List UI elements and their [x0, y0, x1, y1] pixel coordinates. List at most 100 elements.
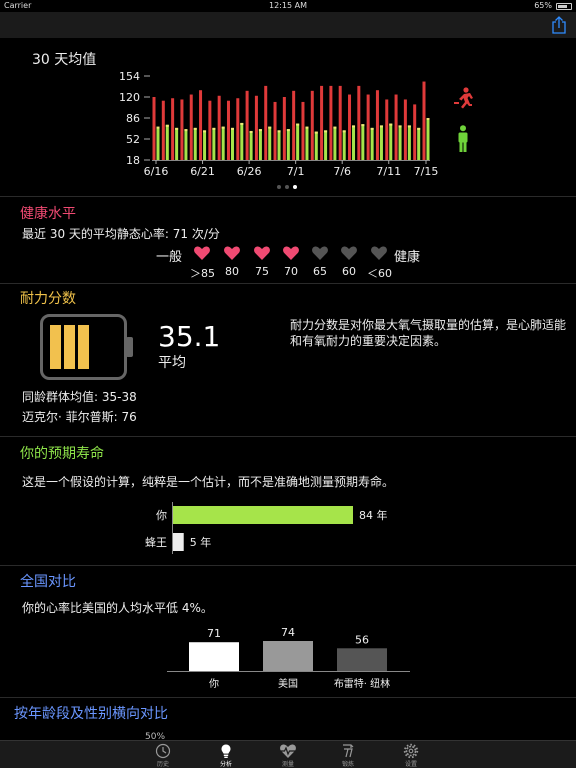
- heart-icon: [280, 744, 296, 758]
- bar-active: [180, 99, 184, 160]
- y-tick-label: 18: [126, 154, 140, 167]
- bar-active: [338, 85, 342, 160]
- heart-level-label: ＜60: [367, 267, 392, 280]
- heart-level-item: 80: [220, 245, 244, 278]
- bar-rest-cap: [342, 130, 346, 133]
- lifespan-bar: [173, 506, 353, 524]
- tab-label: 历史: [156, 761, 169, 768]
- lifespan-bar-value: 84 年: [359, 508, 388, 522]
- avg30-chart[interactable]: 154 120 86 52 18 6/16 6/21 6/26 7/1 7/6 7/11 7/15: [0, 60, 576, 185]
- heart-level-item: ＜60: [367, 245, 392, 281]
- heart-level-item: 75: [250, 245, 274, 278]
- national-description: 你的心率比美国的人均水平低 4%。: [22, 601, 213, 615]
- tab-history[interactable]: 历史: [133, 741, 193, 768]
- bar-active: [208, 100, 212, 160]
- athlete-score: 迈克尔· 菲尔普斯: 76: [22, 410, 137, 424]
- bar-rest-cap: [258, 129, 262, 132]
- bar-rest: [333, 126, 337, 160]
- bar-rest-cap: [203, 130, 207, 133]
- tab-analysis[interactable]: 分析: [196, 741, 256, 768]
- bar-active: [152, 97, 156, 160]
- national-bar-value: 71: [207, 627, 221, 640]
- bar-rest-cap: [426, 118, 430, 120]
- heart-level-label: ＞85: [190, 267, 215, 280]
- bar-rest-cap: [212, 127, 216, 130]
- bar-rest: [277, 130, 281, 160]
- bar-rest-cap: [221, 126, 225, 129]
- tab-measure[interactable]: 测量: [258, 741, 318, 768]
- bar-active: [245, 90, 249, 160]
- page-indicator[interactable]: [277, 185, 297, 189]
- bar-active: [236, 98, 240, 160]
- x-tick-label: 7/11: [376, 165, 401, 178]
- divider: [0, 283, 576, 284]
- bar-rest: [258, 129, 262, 160]
- bar-rest: [230, 127, 234, 160]
- divider: [0, 565, 576, 566]
- bar-rest: [352, 125, 356, 160]
- heart-level-label: 65: [313, 265, 327, 278]
- endurance-score-label: 平均: [158, 355, 186, 371]
- share-icon[interactable]: [550, 15, 568, 35]
- bar-active: [282, 97, 286, 160]
- national-bar: [337, 648, 387, 671]
- national-bar-label: 美国: [278, 677, 298, 690]
- bar-rest: [249, 130, 253, 160]
- bar-active: [422, 81, 426, 160]
- bar-active: [161, 100, 165, 160]
- national-title: 全国对比: [20, 574, 76, 590]
- bar-rest: [221, 126, 225, 160]
- heart-level-label: 75: [255, 265, 269, 278]
- bar-active: [273, 101, 277, 160]
- standing-person-icon: [458, 125, 468, 152]
- bar-rest: [361, 124, 365, 160]
- heart-icon: [194, 246, 210, 260]
- tab-workout[interactable]: 锻炼: [318, 741, 378, 768]
- bar-rest-cap: [389, 123, 393, 126]
- running-icon: [343, 744, 354, 758]
- page-dot-active: [293, 185, 297, 189]
- bar-rest-cap: [417, 127, 421, 130]
- heart-icon: [371, 246, 387, 260]
- bar-rest-cap: [305, 126, 309, 129]
- bar-rest: [324, 130, 328, 160]
- heart-icon: [254, 246, 270, 260]
- bar-rest: [203, 130, 207, 160]
- bar-rest-cap: [193, 127, 197, 130]
- bar-rest-cap: [407, 125, 411, 128]
- lightbulb-icon: [221, 744, 231, 758]
- bar-active: [264, 85, 268, 160]
- heart-level-item: 65: [308, 245, 332, 278]
- bar-rest: [212, 127, 216, 160]
- x-tick-label: 6/16: [144, 165, 169, 178]
- divider: [0, 196, 576, 197]
- page-dot: [277, 185, 281, 189]
- bar-rest: [389, 123, 393, 160]
- bar-rest: [314, 131, 318, 160]
- tab-label: 设置: [404, 761, 417, 768]
- x-tick-label: 7/15: [414, 165, 439, 178]
- bar-rest-cap: [324, 130, 328, 133]
- y-tick-label: 120: [119, 91, 140, 104]
- national-chart: 71 你 74 美国 56 布雷特· 纽林: [167, 626, 410, 690]
- national-bar-label: 布雷特· 纽林: [334, 677, 390, 690]
- bar-rest: [268, 126, 272, 160]
- endurance-title: 耐力分数: [20, 291, 76, 307]
- health-right-label: 健康: [394, 250, 421, 265]
- running-icon: [454, 87, 473, 109]
- bar-active: [226, 100, 230, 160]
- bar-rest: [426, 118, 430, 160]
- peer-average: 同龄群体均值: 35-38: [22, 390, 137, 404]
- national-bar: [189, 642, 239, 671]
- clock-icon: [155, 743, 171, 759]
- lifespan-bar-value: 5 年: [190, 535, 212, 549]
- bar-rest: [193, 127, 197, 160]
- health-subtitle: 最近 30 天的平均静态心率: 71 次/分: [22, 227, 220, 241]
- y-tick-label: 86: [126, 112, 140, 125]
- bar-rest-cap: [165, 124, 169, 127]
- heart-level-item: 70: [279, 245, 303, 278]
- tab-settings[interactable]: 设置: [381, 741, 441, 768]
- bar-rest-cap: [296, 123, 300, 126]
- battery-icon: [556, 3, 572, 10]
- bar-rest-cap: [268, 126, 272, 129]
